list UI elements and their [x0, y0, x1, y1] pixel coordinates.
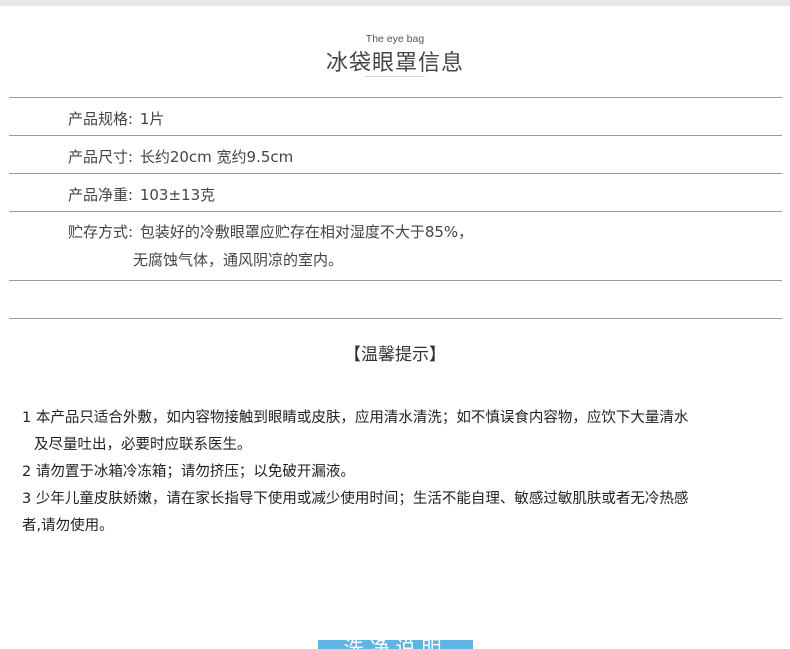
section-header-label: 洗净说明	[318, 640, 473, 649]
spec-row-dimensions: 产品尺寸: 长约20cm 宽约9.5cm	[68, 146, 293, 167]
spec-label: 产品净重:	[68, 186, 134, 204]
top-divider	[0, 0, 790, 6]
section-title: 冰袋眼罩信息	[325, 51, 464, 76]
table-divider	[9, 280, 782, 281]
title-underline	[365, 76, 425, 77]
tips-title: 【温馨提示】	[344, 345, 446, 365]
spec-row-storage: 贮存方式: 包装好的冷敷眼罩应贮存在相对湿度不大于85%，	[68, 221, 473, 242]
tip-line: 及尽量吐出，必要时应联系医生。	[34, 437, 252, 453]
tip-line: 3 少年儿童皮肤娇嫩，请在家长指导下使用或减少使用时间；生活不能自理、敏感过敏肌…	[22, 491, 689, 507]
spec-value: 103±13克	[139, 186, 216, 204]
table-divider	[9, 97, 782, 98]
spec-label: 产品规格:	[68, 110, 134, 128]
table-divider	[9, 173, 782, 174]
storage-line-2: 无腐蚀气体，通风阴凉的室内。	[133, 251, 344, 269]
section-header-bar: 洗净说明	[318, 640, 473, 649]
table-divider	[9, 318, 782, 319]
spec-row-size: 产品规格: 1片	[68, 108, 164, 129]
spec-label: 贮存方式:	[68, 223, 134, 241]
spec-value: 1片	[139, 110, 165, 128]
spec-row-weight: 产品净重: 103±13克	[68, 184, 215, 205]
spec-label: 产品尺寸:	[68, 148, 134, 166]
table-divider	[9, 135, 782, 136]
section-subtitle-en: The eye bag	[365, 33, 425, 45]
tip-line: 2 请勿置于冰箱冷冻箱；请勿挤压；以免破开漏液。	[22, 464, 355, 480]
spec-value: 包装好的冷敷眼罩应贮存在相对湿度不大于85%，	[139, 223, 474, 241]
tip-line: 1 本产品只适合外敷，如内容物接触到眼睛或皮肤，应用清水清洗；如不慎误食内容物，…	[22, 410, 689, 426]
spec-value: 长约20cm 宽约9.5cm	[139, 148, 294, 166]
tip-line: 者,请勿使用。	[22, 518, 114, 534]
table-divider	[9, 211, 782, 212]
